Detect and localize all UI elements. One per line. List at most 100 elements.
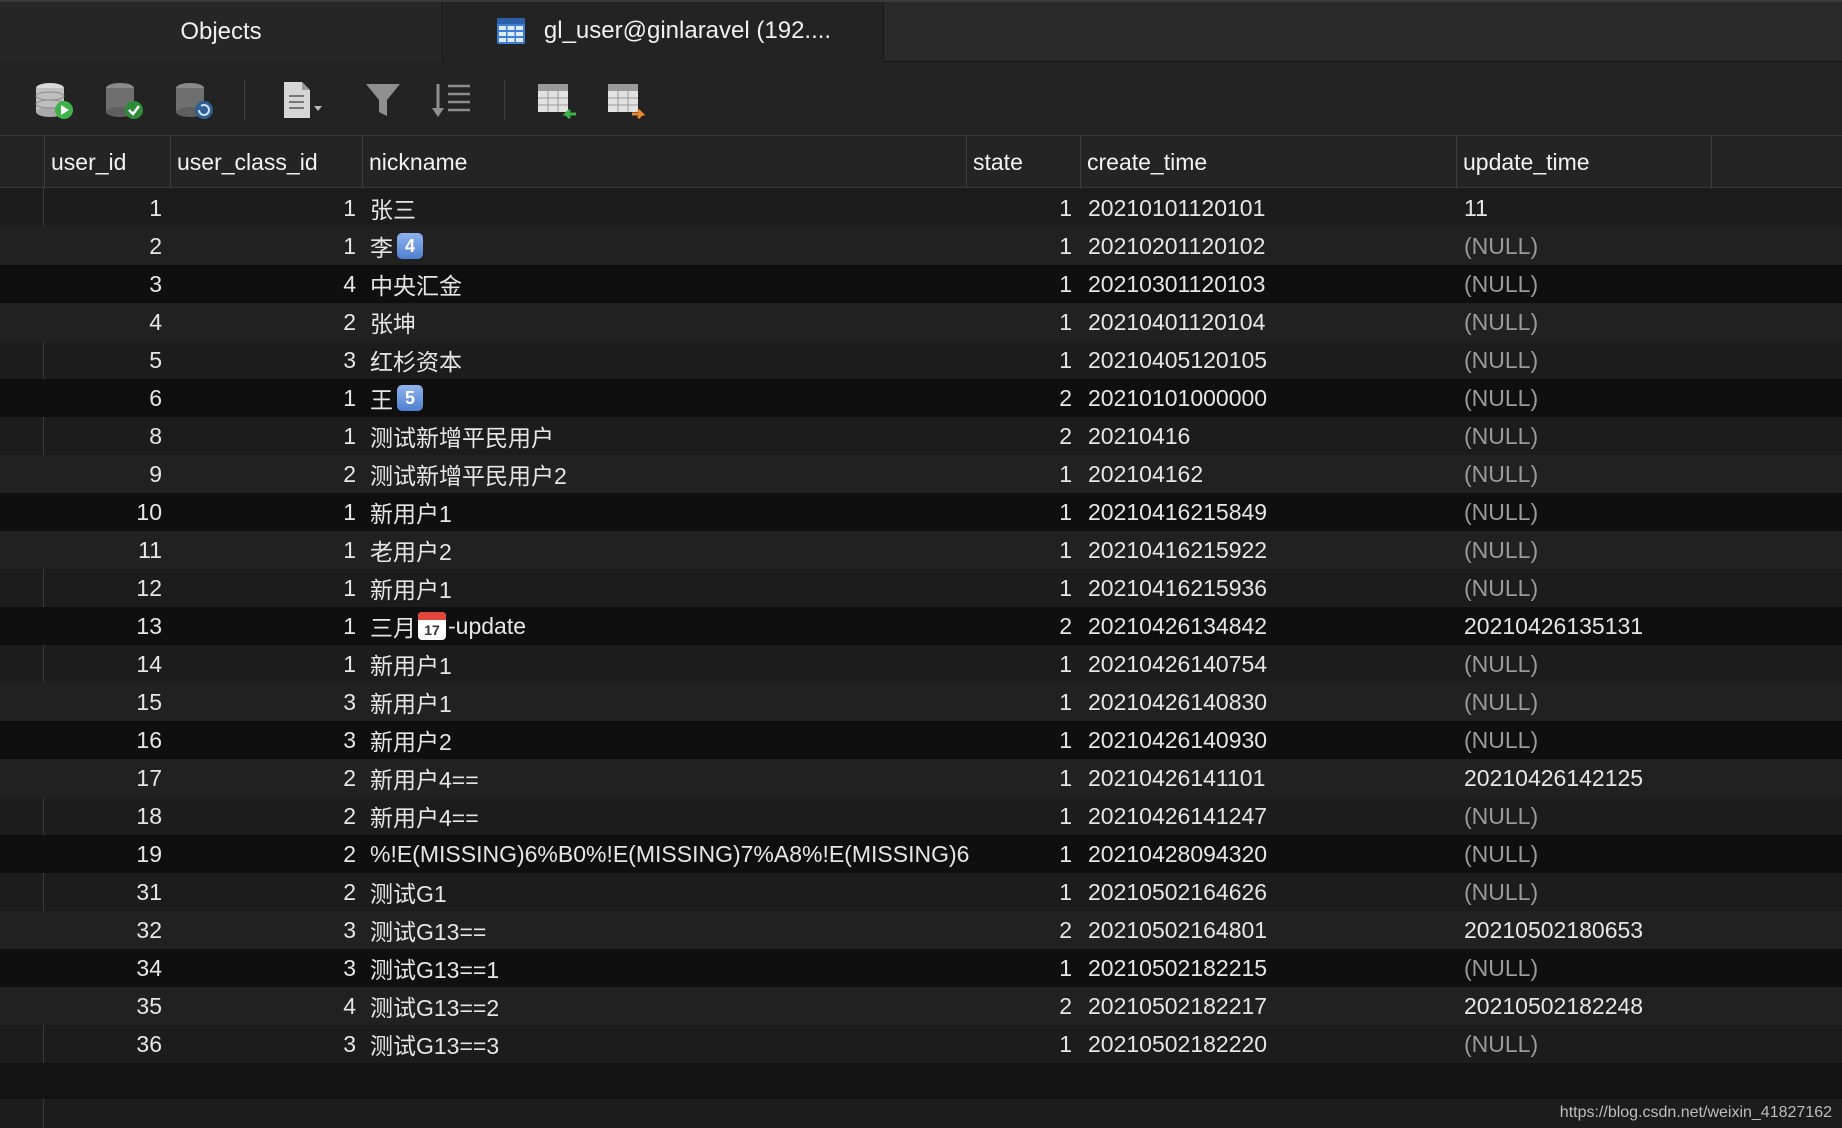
sort-icon[interactable] bbox=[430, 80, 474, 120]
cell-user-id[interactable]: 6 bbox=[44, 379, 166, 417]
cell-update-time[interactable]: (NULL) bbox=[1464, 721, 1764, 759]
cell-nickname[interactable]: %!E(MISSING)6%B0%!E(MISSING)7%A8%!E(MISS… bbox=[370, 835, 969, 873]
table-row[interactable]: 18 2 新用户4== 1 20210426141247 (NULL) bbox=[0, 797, 1842, 835]
cell-update-time[interactable]: (NULL) bbox=[1464, 835, 1764, 873]
cell-state[interactable]: 1 bbox=[966, 835, 1076, 873]
cell-state[interactable]: 1 bbox=[966, 341, 1076, 379]
cell-state[interactable]: 1 bbox=[966, 873, 1076, 911]
cell-user-id[interactable]: 31 bbox=[44, 873, 166, 911]
cell-create-time[interactable]: 20210426134842 bbox=[1088, 607, 1448, 645]
cell-user-class-id[interactable]: 3 bbox=[170, 341, 362, 379]
cell-user-class-id[interactable]: 2 bbox=[170, 797, 362, 835]
cell-update-time[interactable]: (NULL) bbox=[1464, 417, 1764, 455]
cell-update-time[interactable]: (NULL) bbox=[1464, 379, 1764, 417]
cell-state[interactable]: 2 bbox=[966, 987, 1076, 1025]
table-row[interactable]: 13 1 三月 17 -update 2 20210426134842 20210426135… bbox=[0, 607, 1842, 645]
cell-nickname[interactable]: 测试G13== bbox=[370, 911, 960, 949]
tab-gl-user-table[interactable]: gl_user@ginlaravel (192.... bbox=[444, 2, 884, 62]
cell-nickname[interactable]: 新用户1 bbox=[370, 683, 960, 721]
cell-user-id[interactable]: 8 bbox=[44, 417, 166, 455]
cell-state[interactable]: 1 bbox=[966, 949, 1076, 987]
column-header-nickname[interactable]: nickname bbox=[362, 136, 966, 188]
table-row[interactable]: 2 1 李 4 1 20210201120102 (NULL) bbox=[0, 227, 1842, 265]
tab-objects[interactable]: Objects bbox=[0, 2, 443, 62]
cell-user-class-id[interactable]: 1 bbox=[170, 569, 362, 607]
cell-user-class-id[interactable]: 1 bbox=[170, 379, 362, 417]
cell-nickname[interactable]: 测试新增平民用户 bbox=[370, 417, 960, 455]
cell-nickname[interactable]: 张坤 bbox=[370, 303, 960, 341]
cell-user-id[interactable]: 19 bbox=[44, 835, 166, 873]
cell-user-id[interactable]: 32 bbox=[44, 911, 166, 949]
table-row[interactable]: 11 1 老用户2 1 20210416215922 (NULL) bbox=[0, 531, 1842, 569]
cell-user-class-id[interactable]: 1 bbox=[170, 645, 362, 683]
cell-user-class-id[interactable]: 1 bbox=[170, 189, 362, 227]
cell-update-time[interactable]: (NULL) bbox=[1464, 1025, 1764, 1063]
cell-nickname[interactable]: 新用户1 bbox=[370, 493, 960, 531]
cell-state[interactable]: 1 bbox=[966, 759, 1076, 797]
cell-user-class-id[interactable]: 1 bbox=[170, 607, 362, 645]
column-header-state[interactable]: state bbox=[966, 136, 1080, 188]
cell-nickname[interactable]: 测试G1 bbox=[370, 873, 960, 911]
cell-user-class-id[interactable]: 3 bbox=[170, 911, 362, 949]
cell-state[interactable]: 1 bbox=[966, 227, 1076, 265]
cell-nickname[interactable]: 红杉资本 bbox=[370, 341, 960, 379]
cell-create-time[interactable]: 20210401120104 bbox=[1088, 303, 1448, 341]
cell-create-time[interactable]: 20210426141247 bbox=[1088, 797, 1448, 835]
cell-update-time[interactable]: (NULL) bbox=[1464, 797, 1764, 835]
cell-nickname[interactable]: 三月 17 -update bbox=[370, 607, 960, 645]
cell-update-time[interactable]: (NULL) bbox=[1464, 531, 1764, 569]
cell-state[interactable]: 1 bbox=[966, 683, 1076, 721]
cell-state[interactable]: 1 bbox=[966, 455, 1076, 493]
cell-nickname[interactable]: 测试G13==3 bbox=[370, 1025, 960, 1063]
cell-state[interactable]: 1 bbox=[966, 645, 1076, 683]
cell-user-id[interactable]: 18 bbox=[44, 797, 166, 835]
cell-create-time[interactable]: 20210502164801 bbox=[1088, 911, 1448, 949]
table-row[interactable]: 8 1 测试新增平民用户 2 20210416 (NULL) bbox=[0, 417, 1842, 455]
cell-user-id[interactable]: 16 bbox=[44, 721, 166, 759]
cell-user-id[interactable]: 9 bbox=[44, 455, 166, 493]
cell-state[interactable]: 2 bbox=[966, 607, 1076, 645]
cell-create-time[interactable]: 20210502164626 bbox=[1088, 873, 1448, 911]
table-row[interactable]: 3 4 中央汇金 1 20210301120103 (NULL) bbox=[0, 265, 1842, 303]
cell-user-class-id[interactable]: 2 bbox=[170, 835, 362, 873]
cell-user-class-id[interactable]: 4 bbox=[170, 265, 362, 303]
cell-nickname[interactable]: 测试G13==1 bbox=[370, 949, 960, 987]
cell-user-id[interactable]: 3 bbox=[44, 265, 166, 303]
cell-update-time[interactable]: (NULL) bbox=[1464, 873, 1764, 911]
cell-user-id[interactable]: 34 bbox=[44, 949, 166, 987]
cell-user-id[interactable]: 11 bbox=[44, 531, 166, 569]
cell-user-class-id[interactable]: 3 bbox=[170, 721, 362, 759]
cell-update-time[interactable]: 20210502182248 bbox=[1464, 987, 1764, 1025]
cell-user-id[interactable]: 15 bbox=[44, 683, 166, 721]
cell-update-time[interactable]: (NULL) bbox=[1464, 341, 1764, 379]
db-run-icon[interactable] bbox=[32, 80, 76, 120]
cell-nickname[interactable]: 新用户2 bbox=[370, 721, 960, 759]
cell-nickname[interactable]: 张三 bbox=[370, 189, 960, 227]
cell-create-time[interactable]: 20210416215922 bbox=[1088, 531, 1448, 569]
table-row[interactable]: 4 2 张坤 1 20210401120104 (NULL) bbox=[0, 303, 1842, 341]
cell-user-id[interactable]: 1 bbox=[44, 189, 166, 227]
table-row[interactable]: 12 1 新用户1 1 20210416215936 (NULL) bbox=[0, 569, 1842, 607]
cell-user-class-id[interactable]: 2 bbox=[170, 759, 362, 797]
cell-create-time[interactable]: 20210416 bbox=[1088, 417, 1448, 455]
cell-user-id[interactable]: 4 bbox=[44, 303, 166, 341]
cell-state[interactable]: 1 bbox=[966, 721, 1076, 759]
db-commit-icon[interactable] bbox=[102, 80, 146, 120]
cell-nickname[interactable]: 中央汇金 bbox=[370, 265, 960, 303]
table-row[interactable]: 36 3 测试G13==3 1 20210502182220 (NULL) bbox=[0, 1025, 1842, 1063]
cell-state[interactable]: 2 bbox=[966, 379, 1076, 417]
column-header-user-id[interactable]: user_id bbox=[44, 136, 170, 188]
cell-update-time[interactable]: (NULL) bbox=[1464, 949, 1764, 987]
cell-create-time[interactable]: 202104162 bbox=[1088, 455, 1448, 493]
cell-nickname[interactable]: 新用户4== bbox=[370, 759, 960, 797]
table-row[interactable]: 17 2 新用户4== 1 20210426141101 20210426142125 bbox=[0, 759, 1842, 797]
cell-create-time[interactable]: 20210405120105 bbox=[1088, 341, 1448, 379]
table-row[interactable]: 19 2 %!E(MISSING)6%B0%!E(MISSING)7%A8%!E(M… bbox=[0, 835, 1842, 873]
cell-update-time[interactable]: (NULL) bbox=[1464, 227, 1764, 265]
table-row[interactable]: 5 3 红杉资本 1 20210405120105 (NULL) bbox=[0, 341, 1842, 379]
export-table-icon[interactable] bbox=[606, 80, 650, 120]
cell-state[interactable]: 1 bbox=[966, 1025, 1076, 1063]
cell-nickname[interactable]: 王5 bbox=[370, 379, 960, 417]
cell-user-id[interactable]: 5 bbox=[44, 341, 166, 379]
cell-state[interactable]: 2 bbox=[966, 417, 1076, 455]
